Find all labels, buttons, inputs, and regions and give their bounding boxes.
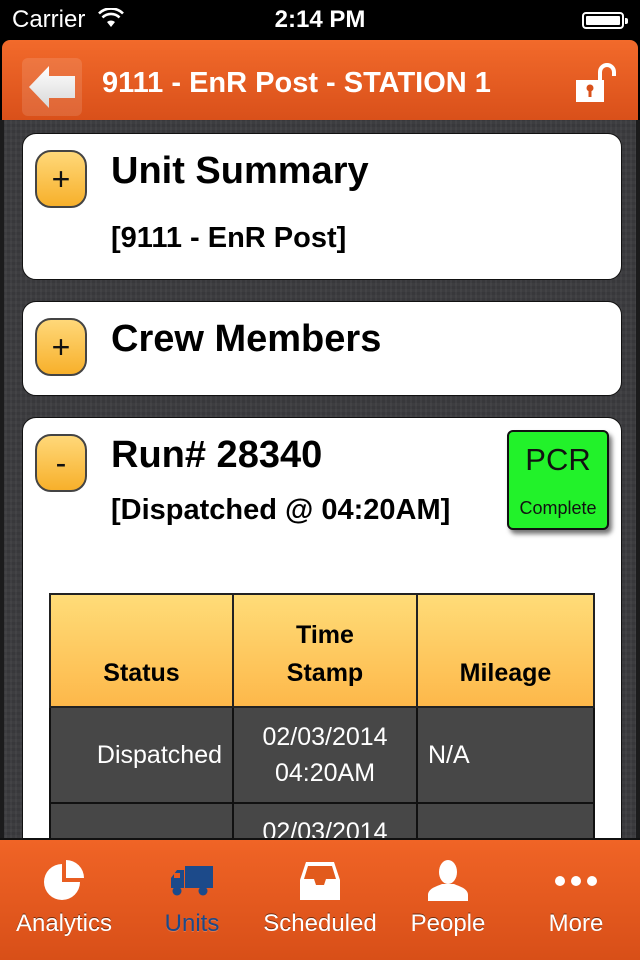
clock: 2:14 PM [274,6,366,33]
cell-time: 04:20AM [274,759,376,787]
run-title: Run# 28340 [111,434,323,476]
tab-label: Scheduled [263,910,377,937]
run-subtitle: [Dispatched @ 04:20AM] [111,494,451,526]
expand-unit-summary-button[interactable]: + [35,150,87,208]
cell-mileage: N/A [416,706,595,804]
crew-members-title: Crew Members [111,318,382,360]
content-scroll-area[interactable]: + Unit Summary [9111 - EnR Post] + Crew … [0,120,640,838]
collapse-run-button[interactable]: - [35,434,87,492]
pie-chart-icon [44,860,84,900]
table-row[interactable]: Dispatched 02/03/2014 04:20AM N/A [49,706,595,804]
tab-bar: Analytics Units Scheduled People More [0,838,640,960]
tab-label: Units [164,910,220,937]
header-line: Stamp [286,659,364,687]
tab-label: People [410,910,486,937]
cell-date: 02/03/2014 [262,723,388,751]
inbox-tray-icon [300,862,340,900]
expand-crew-members-button[interactable]: + [35,318,87,376]
pcr-complete-badge[interactable]: PCR Complete [507,430,609,530]
run-card: - Run# 28340 [Dispatched @ 04:20AM] PCR … [22,417,622,838]
nav-bar: 9111 - EnR Post - STATION 1 [2,40,638,120]
cell-time-stamp: 02/03/2014 [232,802,418,838]
pcr-badge-title: PCR [525,442,591,477]
unit-summary-card: + Unit Summary [9111 - EnR Post] [22,133,622,280]
cell-time-stamp: 02/03/2014 04:20AM [232,706,418,804]
column-header-status: Status [49,593,234,708]
tab-units[interactable]: Units [128,840,256,960]
unlock-icon [576,63,616,102]
cell-status: En Route [49,802,234,838]
tab-more[interactable]: More [512,840,640,960]
table-row[interactable]: En Route 02/03/2014 N/A [49,802,595,838]
cell-mileage: N/A [416,802,595,838]
cell-date: 02/03/2014 [262,818,388,838]
lock-button[interactable] [574,60,618,104]
back-button[interactable] [22,58,82,116]
battery-icon [582,12,628,29]
arrow-left-icon [29,66,75,108]
unit-summary-title: Unit Summary [111,150,369,192]
person-icon [428,860,468,901]
run-status-table: Status Time Stamp Mileage Dispatched 02/0… [49,593,595,838]
table-header-row: Status Time Stamp Mileage [49,593,595,708]
page-title: 9111 - EnR Post - STATION 1 [102,67,491,99]
crew-members-card: + Crew Members [22,301,622,396]
tab-scheduled[interactable]: Scheduled [256,840,384,960]
column-header-mileage: Mileage [416,593,595,708]
tab-people[interactable]: People [384,840,512,960]
cell-status: Dispatched [49,706,234,804]
column-header-time-stamp: Time Stamp [232,593,418,708]
status-bar: Carrier 2:14 PM [0,0,640,40]
tab-label: More [548,910,604,937]
tab-analytics[interactable]: Analytics [0,840,128,960]
tab-label: Analytics [15,910,113,937]
header-line: Time [296,621,354,649]
pcr-badge-status: Complete [519,498,597,518]
truck-icon [171,866,213,896]
unit-summary-subtitle: [9111 - EnR Post] [111,222,347,254]
more-dots-icon [555,876,597,886]
